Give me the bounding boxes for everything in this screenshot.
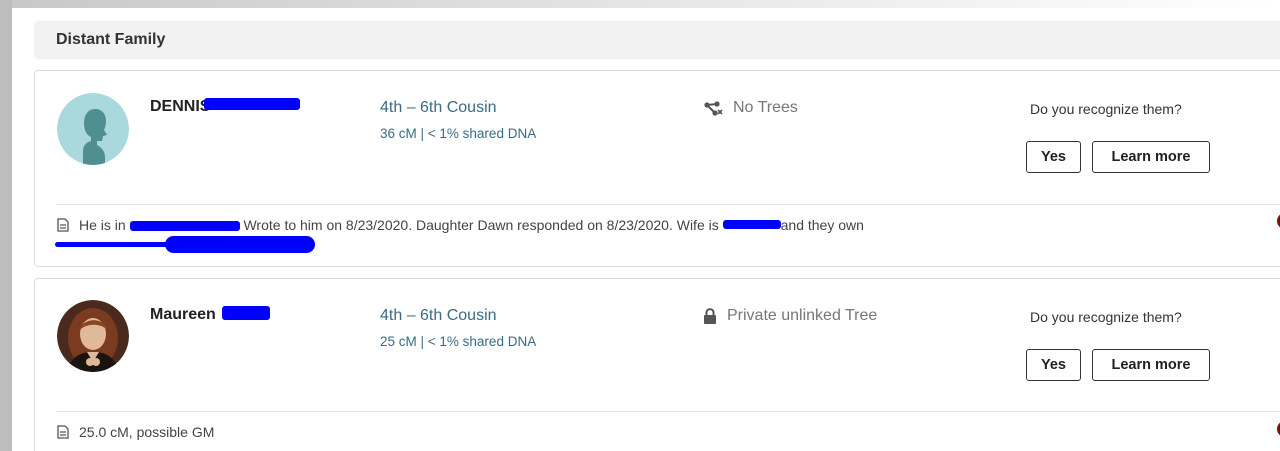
shared-dna-link[interactable]: 25 cM | < 1% shared DNA [380,334,536,349]
note-icon [57,425,69,439]
redaction [165,236,315,253]
shared-dna-link[interactable]: 36 cM | < 1% shared DNA [380,126,536,141]
top-shade [12,0,1280,8]
relationship-link[interactable]: 4th – 6th Cousin [380,99,497,117]
match-name[interactable]: Maureen [150,306,270,324]
match-note[interactable]: 25.0 cM, possible GM [57,422,1247,443]
divider [57,204,1280,205]
learn-more-button[interactable]: Learn more [1092,141,1210,173]
page: Distant Family DENNIS 4th – 6th Cousin 3… [12,0,1280,451]
tree-status: No Trees [703,99,798,117]
redaction [129,221,240,231]
note-icon [57,218,69,232]
yes-button[interactable]: Yes [1026,141,1081,173]
lock-icon [704,307,716,324]
yes-button[interactable]: Yes [1026,349,1081,381]
recognize-prompt: Do you recognize them? [1030,101,1182,117]
no-trees-icon [704,101,723,116]
match-note[interactable]: He is in Wrote to him on 8/23/2020. Daug… [55,215,1247,261]
divider [57,411,1280,412]
tree-status: Private unlinked Tree [703,307,877,325]
profile-photo [57,300,129,372]
match-card: DENNIS 4th – 6th Cousin 36 cM | < 1% sha… [34,70,1280,267]
learn-more-button[interactable]: Learn more [1092,349,1210,381]
redaction [221,306,270,320]
section-header: Distant Family [34,21,1280,59]
match-card: Maureen 4th – 6th Cousin 25 cM | < 1% sh… [34,278,1280,451]
recognize-prompt: Do you recognize them? [1030,309,1182,325]
avatar[interactable] [57,93,129,165]
relationship-link[interactable]: 4th – 6th Cousin [380,307,497,325]
redaction [55,242,169,247]
avatar[interactable] [57,300,129,372]
section-title: Distant Family [56,31,166,48]
avatar-placeholder-icon [57,93,129,165]
redaction [204,98,301,110]
redaction [722,220,781,229]
match-name[interactable]: DENNIS [150,98,301,116]
